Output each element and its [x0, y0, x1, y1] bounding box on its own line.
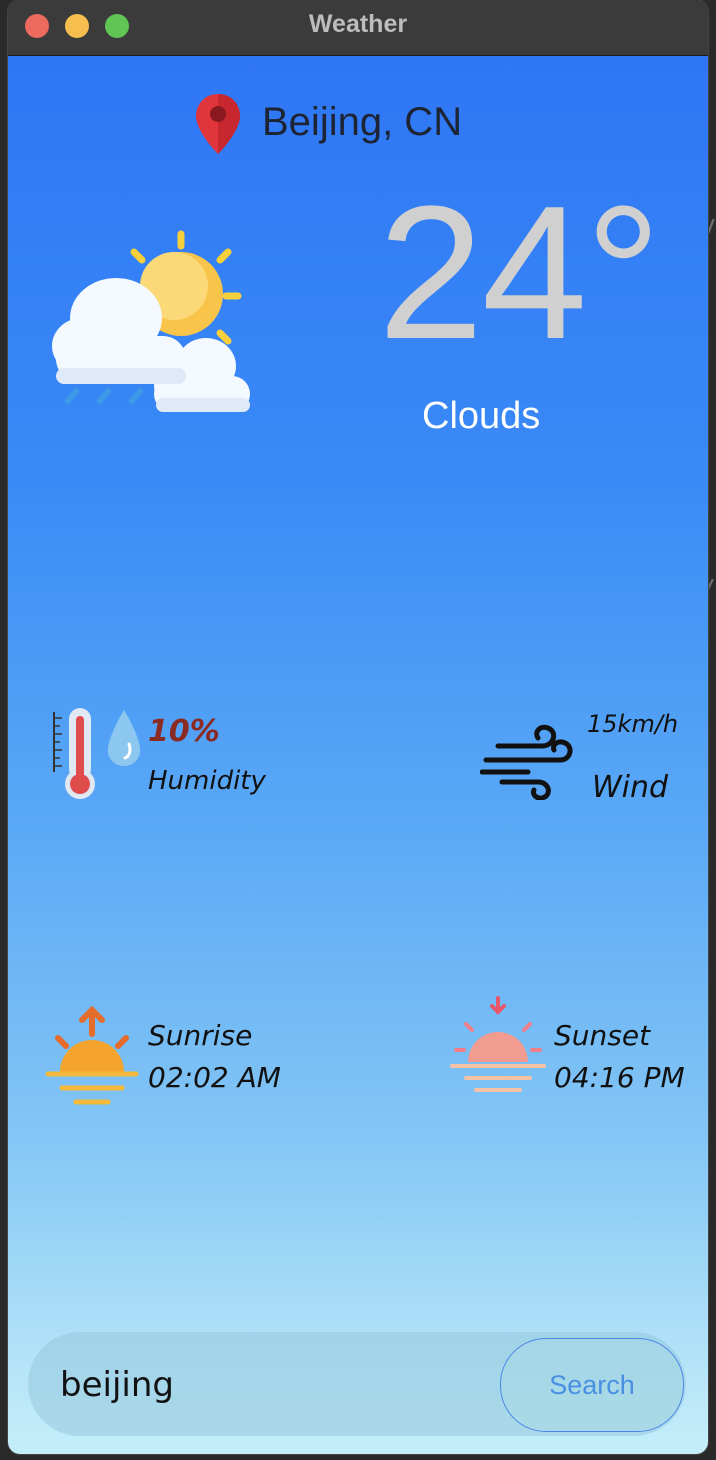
wind-label: Wind	[592, 770, 669, 805]
wind-icon	[480, 724, 573, 800]
humidity-value: 10%	[148, 714, 220, 749]
wind-value: 15km/h	[587, 710, 679, 738]
title-bar: Weather	[8, 0, 708, 56]
cloud-sun-rain-icon	[52, 230, 250, 412]
thermometer-droplet-icon	[53, 708, 140, 799]
search-input[interactable]	[58, 1354, 482, 1416]
search-bar: Search	[28, 1332, 686, 1436]
window-title: Weather	[308, 10, 408, 38]
weather-condition: Clouds	[422, 395, 541, 437]
sunrise-time: 02:02 AM	[148, 1061, 281, 1094]
search-button[interactable]: Search	[500, 1338, 684, 1432]
humidity-label: Humidity	[148, 766, 266, 796]
sunset-icon	[450, 996, 546, 1092]
location-pin-icon	[196, 94, 240, 154]
location-label: Beijing, CN	[262, 100, 463, 144]
sunset-time: 04:16 PM	[554, 1061, 685, 1094]
weather-app: Beijing, CN 24° Clouds 10% Humidity 15km…	[8, 56, 708, 1454]
sunset-label: Sunset	[554, 1019, 651, 1052]
sunrise-icon	[45, 1005, 139, 1105]
temperature-value: 24°	[378, 167, 661, 379]
sunrise-label: Sunrise	[148, 1019, 253, 1052]
weather-window: Weather Beijing, CN 24° Clouds 10% Humid…	[8, 0, 708, 1454]
